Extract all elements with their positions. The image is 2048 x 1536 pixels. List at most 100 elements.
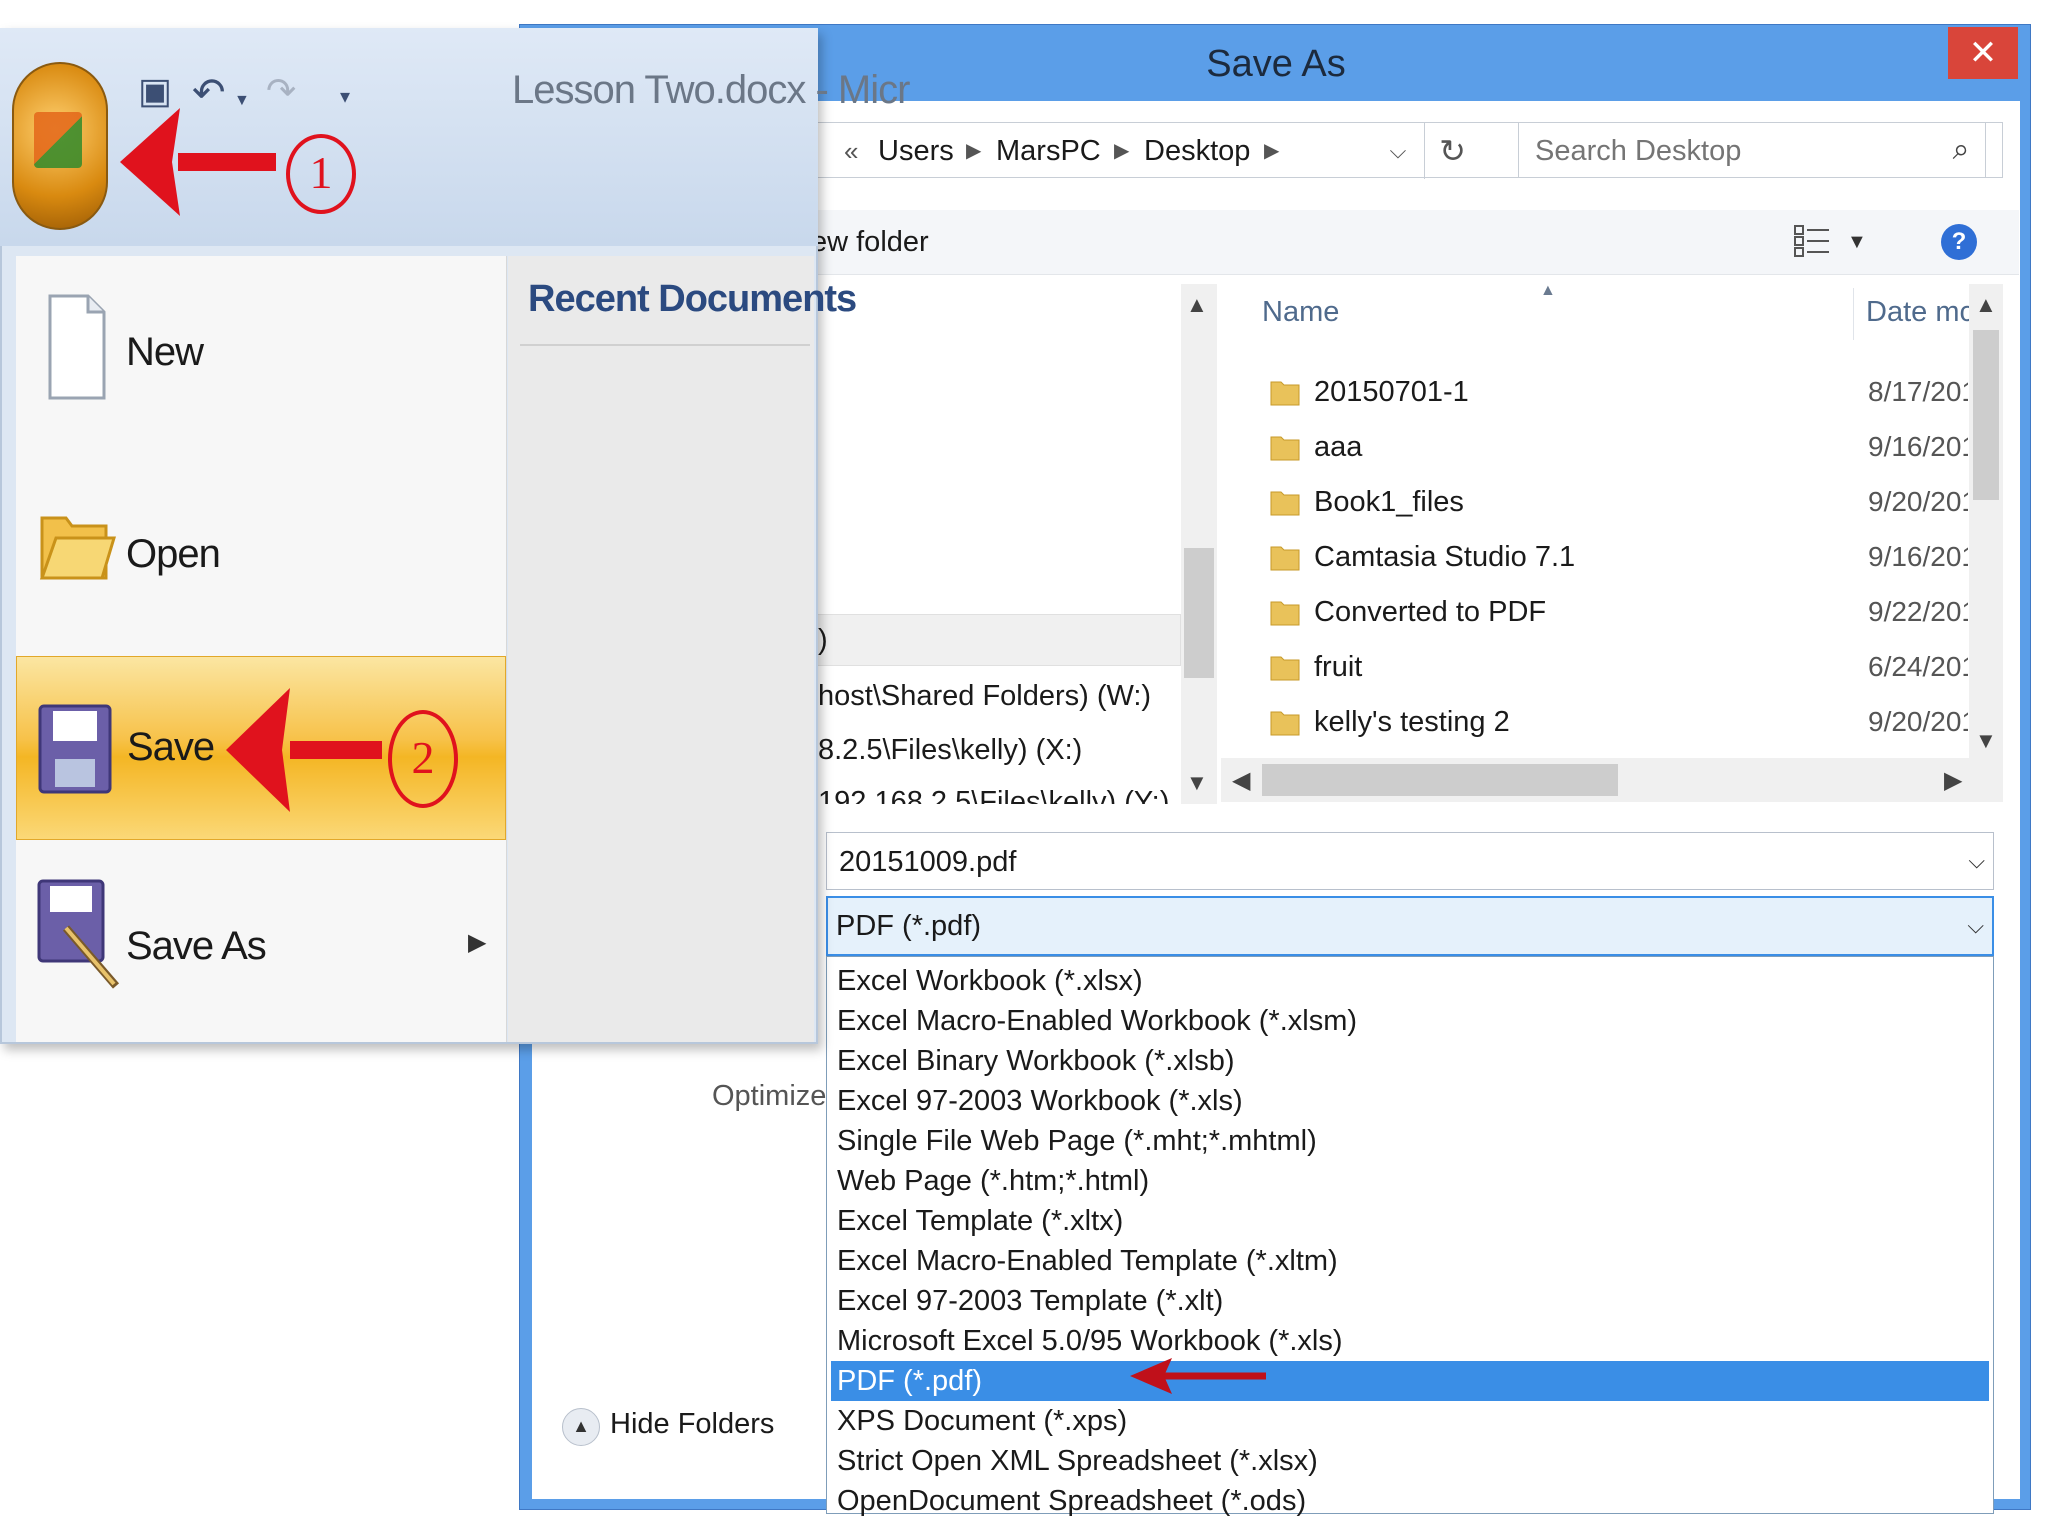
type-option[interactable]: Web Page (*.htm;*.html) bbox=[831, 1161, 1989, 1201]
horizontal-scrollbar-thumb[interactable] bbox=[1262, 764, 1618, 796]
type-option[interactable]: OpenDocument Spreadsheet (*.ods) bbox=[831, 1481, 1989, 1521]
chevron-down-icon[interactable]: ⌵ bbox=[1378, 123, 1418, 179]
scroll-up-icon[interactable]: ▲ bbox=[1975, 292, 1997, 318]
divider bbox=[520, 344, 810, 346]
nav-selected-item[interactable] bbox=[811, 614, 1181, 666]
menu-label-save-as: Save As bbox=[126, 924, 267, 968]
red-arrow-pdf-annotation bbox=[1130, 1358, 1266, 1394]
menu-item-save-as[interactable]: Save As bbox=[16, 852, 506, 1032]
type-option[interactable]: Strict Open XML Spreadsheet (*.xlsx) bbox=[831, 1441, 1989, 1481]
type-option[interactable]: Excel Binary Workbook (*.xlsb) bbox=[831, 1041, 1989, 1081]
scroll-right-icon[interactable]: ▶ bbox=[1944, 766, 1962, 795]
nav-scrollbar-thumb[interactable] bbox=[1184, 548, 1214, 678]
submenu-arrow-icon[interactable]: ▶ bbox=[468, 928, 486, 957]
breadcrumb-overflow[interactable]: « bbox=[844, 123, 858, 179]
menu-item-open[interactable]: Open bbox=[16, 466, 506, 646]
file-row[interactable]: aaa bbox=[1262, 425, 1882, 475]
scroll-down-icon[interactable]: ▼ bbox=[1186, 770, 1208, 796]
type-option[interactable]: Excel Workbook (*.xlsx) bbox=[831, 961, 1989, 1001]
office-logo-icon bbox=[34, 112, 82, 168]
step-1-badge: 1 bbox=[286, 134, 356, 214]
recent-documents-heading: Recent Documents bbox=[528, 278, 857, 320]
help-icon[interactable]: ? bbox=[1941, 224, 1977, 260]
type-option[interactable]: Microsoft Excel 5.0/95 Workbook (*.xls) bbox=[831, 1321, 1989, 1361]
new-folder-button[interactable]: ew folder bbox=[811, 210, 929, 274]
file-date: 6/24/201 bbox=[1868, 651, 1968, 682]
nav-item-shared-folders[interactable]: host\Shared Folders) (W:) bbox=[818, 680, 1151, 713]
file-row[interactable]: kelly's testing 2 bbox=[1262, 700, 1882, 750]
folder-icon bbox=[1270, 711, 1300, 736]
nav-item-drive[interactable]: ) bbox=[818, 624, 828, 657]
file-row[interactable]: Converted to PDF bbox=[1262, 590, 1882, 640]
nav-item-files-kelly-y[interactable]: 192.168.2.5\Files\kelly) (Y:) bbox=[818, 786, 1169, 804]
type-option[interactable]: Single File Web Page (*.mht;*.mhtml) bbox=[831, 1121, 1989, 1161]
save-as-icon bbox=[37, 879, 120, 989]
file-row[interactable]: Camtasia Studio 7.1 bbox=[1262, 535, 1882, 585]
menu-label-new: New bbox=[126, 330, 204, 374]
breadcrumb-separator[interactable]: ▶ bbox=[966, 123, 981, 179]
file-name: kelly's testing 2 bbox=[1314, 706, 1510, 738]
sort-ascending-icon: ▲ bbox=[1540, 282, 1556, 299]
type-option-selected[interactable]: PDF (*.pdf) bbox=[831, 1361, 1989, 1401]
scroll-up-icon[interactable]: ▲ bbox=[1186, 292, 1208, 318]
file-name: Camtasia Studio 7.1 bbox=[1314, 541, 1576, 573]
file-name-combobox[interactable]: ⌵ bbox=[826, 832, 1994, 891]
breadcrumb-desktop[interactable]: Desktop bbox=[1144, 123, 1250, 179]
scroll-down-icon[interactable]: ▼ bbox=[1975, 728, 1997, 754]
view-options-icon[interactable] bbox=[1793, 224, 1831, 258]
refresh-icon[interactable]: ↻ bbox=[1424, 123, 1480, 179]
chevron-down-icon[interactable]: ⌵ bbox=[1967, 898, 1984, 954]
file-date: 9/16/201 bbox=[1868, 541, 1968, 572]
chevron-up-icon[interactable]: ▲ bbox=[562, 1408, 600, 1446]
column-header-name[interactable]: Name bbox=[1262, 296, 1339, 329]
column-divider[interactable] bbox=[1853, 288, 1854, 340]
type-option[interactable]: Excel 97-2003 Template (*.xlt) bbox=[831, 1281, 1989, 1321]
type-option[interactable]: Excel Macro-Enabled Workbook (*.xlsm) bbox=[831, 1001, 1989, 1041]
column-header-date[interactable]: Date mc bbox=[1866, 296, 1974, 329]
folder-icon bbox=[1270, 436, 1300, 461]
optimize-label: Optimize bbox=[712, 1080, 827, 1112]
open-folder-icon bbox=[39, 516, 116, 580]
vertical-scrollbar-thumb[interactable] bbox=[1973, 330, 1999, 500]
breadcrumb-separator[interactable]: ▶ bbox=[1114, 123, 1129, 179]
search-box[interactable]: ⌕ bbox=[1518, 122, 1986, 179]
red-arrow-step2 bbox=[226, 688, 382, 812]
file-row[interactable]: 20150701-1 bbox=[1262, 370, 1882, 420]
type-option[interactable]: XPS Document (*.xps) bbox=[831, 1401, 1989, 1441]
folder-icon bbox=[1270, 546, 1300, 571]
chevron-down-icon[interactable]: ⌵ bbox=[1968, 833, 1985, 889]
file-name: fruit bbox=[1314, 651, 1363, 683]
save-as-type-value: PDF (*.pdf) bbox=[836, 910, 982, 942]
document-title: Lesson Two.docx - Micr bbox=[512, 68, 910, 112]
view-dropdown-icon[interactable]: ▼ bbox=[1847, 210, 1867, 274]
scroll-left-icon[interactable]: ◀ bbox=[1232, 766, 1250, 795]
file-row[interactable]: Book1_files bbox=[1262, 480, 1882, 530]
nav-item-files-kelly-x[interactable]: 8.2.5\Files\kelly) (X:) bbox=[818, 734, 1082, 767]
search-icon[interactable]: ⌕ bbox=[1939, 123, 1983, 177]
menu-label-save: Save bbox=[127, 725, 215, 769]
breadcrumb-users[interactable]: Users bbox=[878, 123, 954, 179]
close-button[interactable]: ✕ bbox=[1948, 27, 2018, 79]
file-date: 8/17/201 bbox=[1868, 376, 1968, 407]
recent-documents-pane bbox=[508, 256, 814, 1042]
folder-icon bbox=[1270, 601, 1300, 626]
red-arrow-step1 bbox=[120, 108, 276, 216]
file-name-input[interactable] bbox=[837, 833, 1941, 891]
file-row[interactable]: fruit bbox=[1262, 645, 1882, 695]
menu-item-new[interactable]: New bbox=[16, 270, 506, 450]
file-date: 9/16/201 bbox=[1868, 431, 1968, 462]
folder-icon bbox=[1270, 656, 1300, 681]
type-option[interactable]: Excel Macro-Enabled Template (*.xltm) bbox=[831, 1241, 1989, 1281]
breadcrumb-marspc[interactable]: MarsPC bbox=[996, 123, 1101, 179]
search-input[interactable] bbox=[1533, 123, 1937, 179]
customize-toolbar-icon[interactable]: ▾ bbox=[340, 84, 350, 132]
breadcrumb-separator[interactable]: ▶ bbox=[1264, 123, 1279, 179]
file-name: 20150701-1 bbox=[1314, 376, 1469, 408]
folder-icon bbox=[1270, 381, 1300, 406]
type-option[interactable]: Excel 97-2003 Workbook (*.xls) bbox=[831, 1081, 1989, 1121]
file-date: 9/20/201 bbox=[1868, 706, 1968, 737]
save-as-type-select[interactable]: PDF (*.pdf) ⌵ bbox=[826, 896, 1994, 956]
nav-scrollbar[interactable] bbox=[1181, 284, 1217, 804]
menu-label-open: Open bbox=[126, 532, 221, 576]
type-option[interactable]: Excel Template (*.xltx) bbox=[831, 1201, 1989, 1241]
